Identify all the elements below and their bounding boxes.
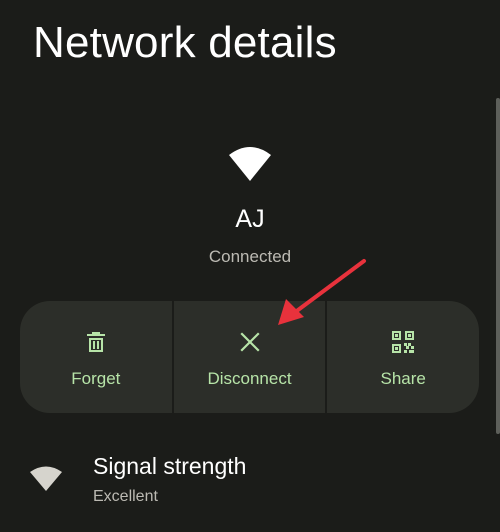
network-name: AJ (235, 205, 265, 233)
disconnect-label: Disconnect (207, 369, 292, 388)
action-bar: Forget Disconnect Share (20, 301, 479, 413)
signal-strength-title: Signal strength (93, 453, 247, 479)
wifi-icon (229, 147, 271, 181)
annotation-arrow (278, 259, 366, 325)
forget-button[interactable]: Forget (20, 301, 172, 413)
forget-label: Forget (71, 369, 121, 388)
signal-strength-value: Excellent (93, 488, 158, 505)
trash-icon (86, 332, 105, 352)
close-x-icon (239, 332, 260, 352)
qr-code-icon (392, 331, 415, 353)
wifi-icon (30, 466, 62, 491)
network-status: Connected (208, 247, 292, 266)
share-label: Share (380, 369, 426, 388)
signal-strength-row[interactable]: Signal strength Excellent (0, 445, 500, 520)
page-title: Network details (33, 18, 337, 67)
